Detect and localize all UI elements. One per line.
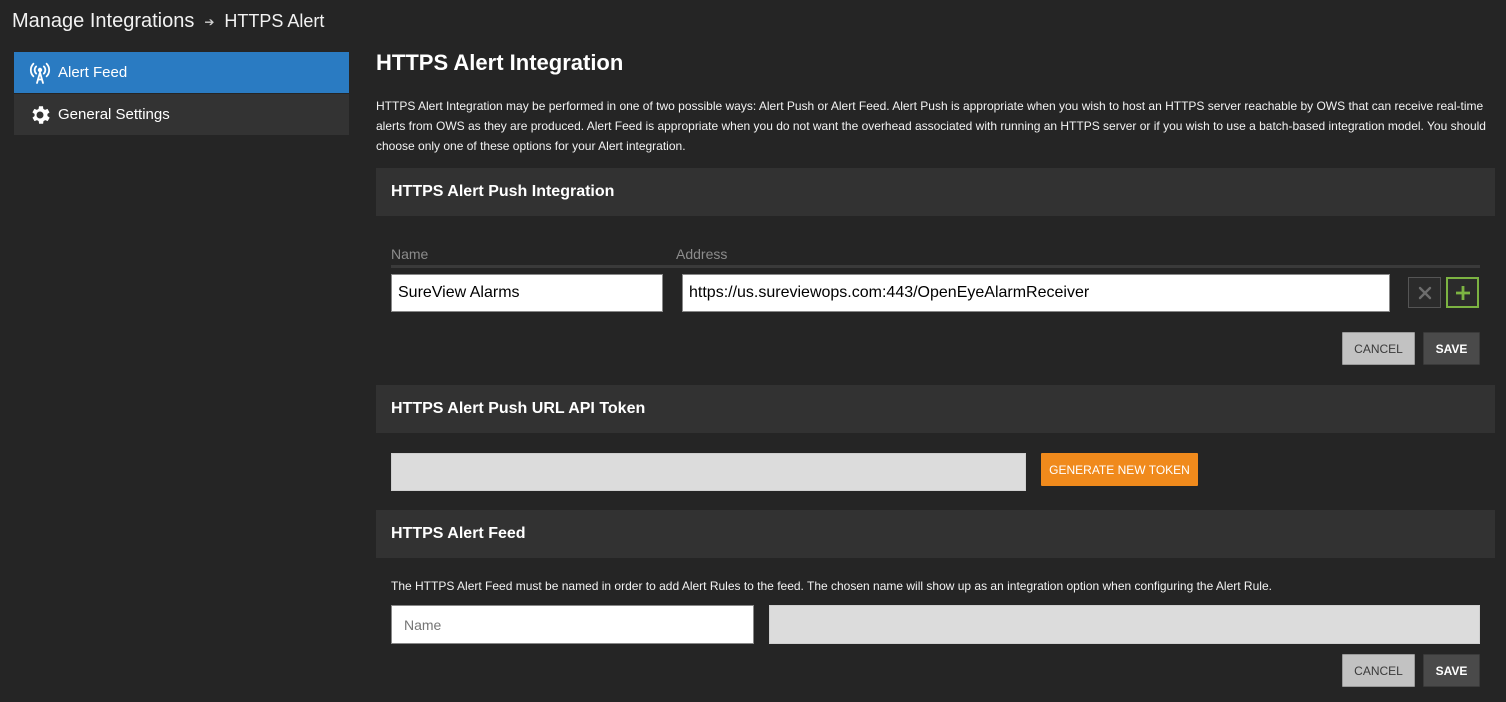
add-row-button[interactable] <box>1446 277 1479 308</box>
feed-url-field <box>769 605 1480 644</box>
feed-section-header: HTTPS Alert Feed <box>376 510 1495 558</box>
sidebar-item-alert-feed[interactable]: Alert Feed <box>14 52 349 94</box>
sidebar-item-label: Alert Feed <box>58 64 128 81</box>
token-section-header: HTTPS Alert Push URL API Token <box>376 385 1495 433</box>
breadcrumb: Manage Integrations ➔ HTTPS Alert <box>12 10 324 33</box>
remove-row-button[interactable] <box>1408 277 1441 308</box>
push-name-input[interactable]: SureView Alarms <box>391 274 663 312</box>
breadcrumb-current: HTTPS Alert <box>224 11 325 31</box>
breadcrumb-arrow-icon: ➔ <box>204 14 215 29</box>
plus-icon <box>1455 285 1470 300</box>
intro-text: HTTPS Alert Integration may be performed… <box>376 99 1486 153</box>
push-save-button[interactable]: SAVE <box>1423 332 1480 365</box>
feed-note: The HTTPS Alert Feed must be named in or… <box>391 579 1272 593</box>
sidebar-item-label: General Settings <box>58 106 170 123</box>
address-column-label: Address <box>676 246 728 262</box>
sidebar-item-general-settings[interactable]: General Settings <box>14 94 349 136</box>
sidebar: Alert Feed General Settings <box>14 52 349 136</box>
breadcrumb-root[interactable]: Manage Integrations <box>12 10 194 33</box>
push-section-header: HTTPS Alert Push Integration <box>376 168 1495 216</box>
feed-save-button[interactable]: SAVE <box>1423 654 1480 687</box>
generate-token-button[interactable]: GENERATE NEW TOKEN <box>1041 453 1198 486</box>
header-divider <box>391 265 1480 268</box>
close-icon <box>1418 286 1431 299</box>
main-content: HTTPS Alert Integration HTTPS Alert Inte… <box>376 50 1495 156</box>
push-address-input[interactable]: https://us.sureviewops.com:443/OpenEyeAl… <box>682 274 1390 312</box>
gear-icon <box>32 105 50 124</box>
token-field <box>391 453 1026 491</box>
feed-cancel-button[interactable]: CANCEL <box>1342 654 1415 687</box>
broadcast-icon <box>29 62 51 84</box>
push-cancel-button[interactable]: CANCEL <box>1342 332 1415 365</box>
name-column-label: Name <box>391 246 429 262</box>
feed-name-input[interactable] <box>391 605 754 644</box>
page-title: HTTPS Alert Integration <box>376 50 624 75</box>
